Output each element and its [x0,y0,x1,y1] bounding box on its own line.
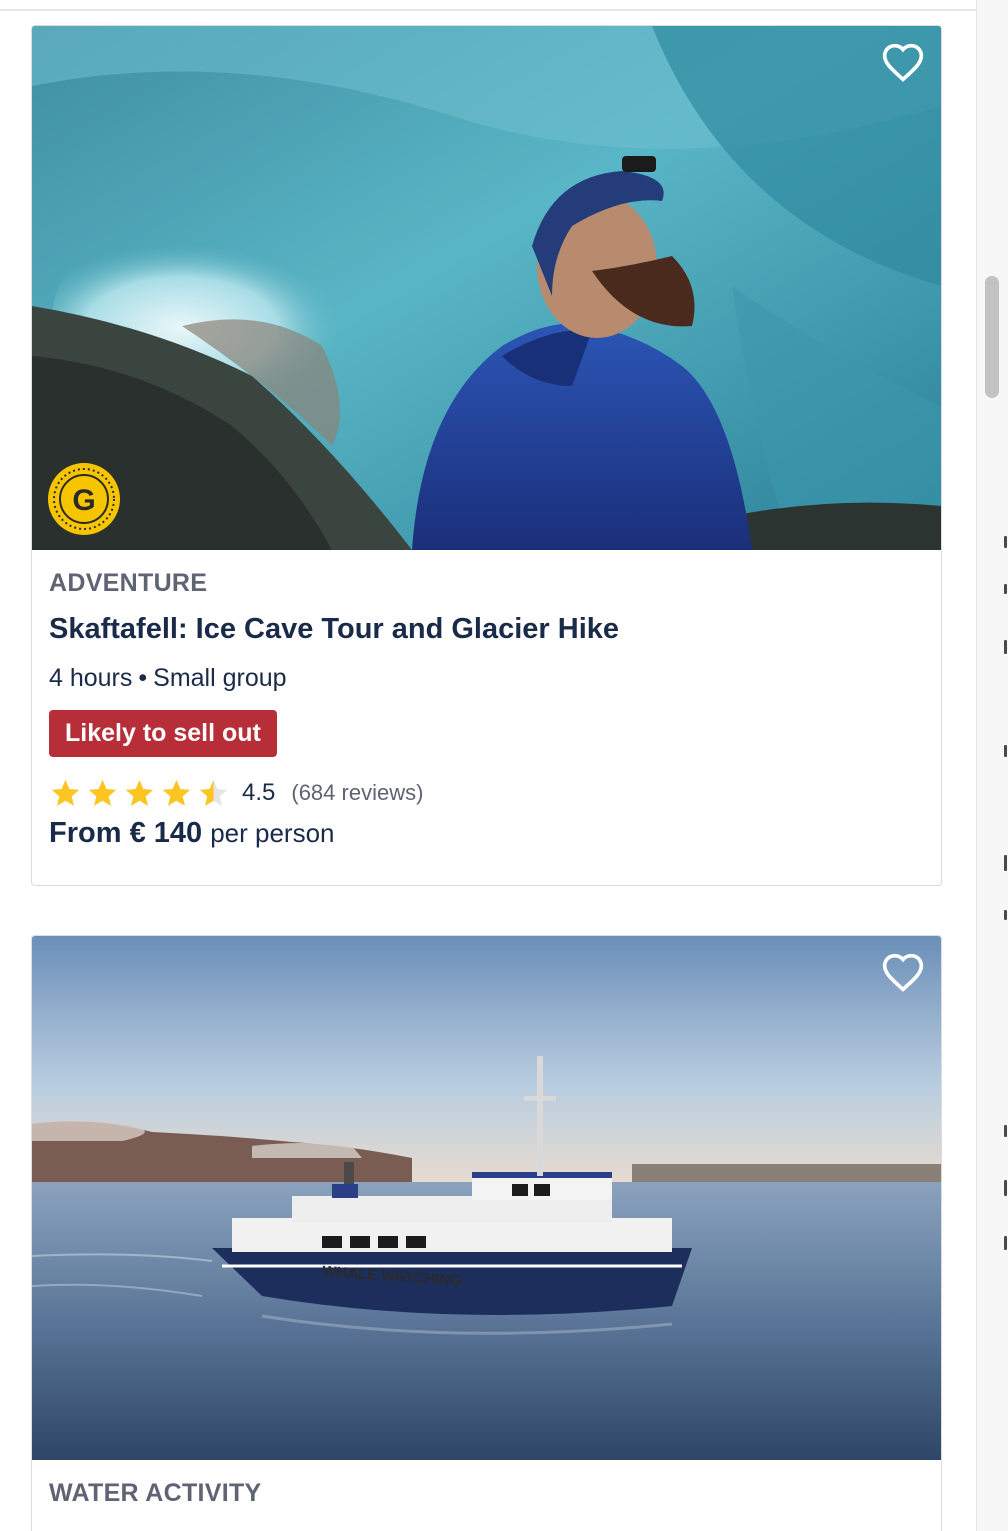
gutter-mark [1004,1236,1007,1250]
activity-card[interactable]: G ADVENTURE Skaftafell: Ice Cave Tour an… [31,25,942,886]
activity-category: ADVENTURE [49,569,208,597]
rating-row: 4.5 (684 reviews) [49,777,924,809]
wishlist-button[interactable] [881,40,925,84]
price-amount: € 140 [129,817,203,849]
scrollbar-track[interactable] [976,0,1008,1531]
gutter-mark [1004,1180,1007,1196]
heart-outline-icon [882,953,924,992]
top-divider [0,0,976,11]
activity-image[interactable]: G [32,26,941,550]
rating-value: 4.5 [242,779,276,806]
card-details: WATER ACTIVITY [32,1460,941,1508]
review-count[interactable]: (684 reviews) [291,780,423,806]
gutter-mark [1004,640,1007,654]
group-size: Small group [153,664,287,692]
star-rating [49,778,230,809]
getyourguide-original-badge: G [47,462,121,536]
duration: 4 hours [49,664,133,692]
price: From € 140 per person [49,815,924,851]
half-star-icon [199,779,228,806]
gutter-mark [1004,745,1007,757]
heart-outline-icon [882,43,924,82]
scrollbar-thumb[interactable] [985,276,999,398]
activity-category: WATER ACTIVITY [49,1479,262,1507]
meta-separator: • [138,664,148,692]
gutter-mark [1004,855,1007,871]
likely-to-sell-out-badge: Likely to sell out [49,710,277,757]
activity-card[interactable]: WHALE WATCHING WATER ACTIVITY [31,935,942,1531]
gutter-mark [1004,536,1007,548]
wishlist-button[interactable] [881,950,925,994]
viewport: G ADVENTURE Skaftafell: Ice Cave Tour an… [0,0,1008,1531]
ice-cave-photo [32,26,941,550]
activity-image[interactable]: WHALE WATCHING [32,936,941,1460]
card-details: ADVENTURE Skaftafell: Ice Cave Tour and … [32,550,941,851]
star-icon [162,779,191,806]
price-prefix: From [49,817,122,849]
price-unit: per person [210,818,335,848]
star-icon [51,779,80,806]
star-icon [88,779,117,806]
activity-meta: 4 hours • Small group [49,663,924,693]
gutter-mark [1004,584,1007,594]
gutter-mark [1004,910,1007,920]
star-icon [125,779,154,806]
activity-title[interactable]: Skaftafell: Ice Cave Tour and Glacier Hi… [49,612,924,646]
gutter-mark [1004,1125,1007,1137]
whale-watching-photo: WHALE WATCHING [32,936,941,1460]
badge-letter: G [72,484,95,517]
